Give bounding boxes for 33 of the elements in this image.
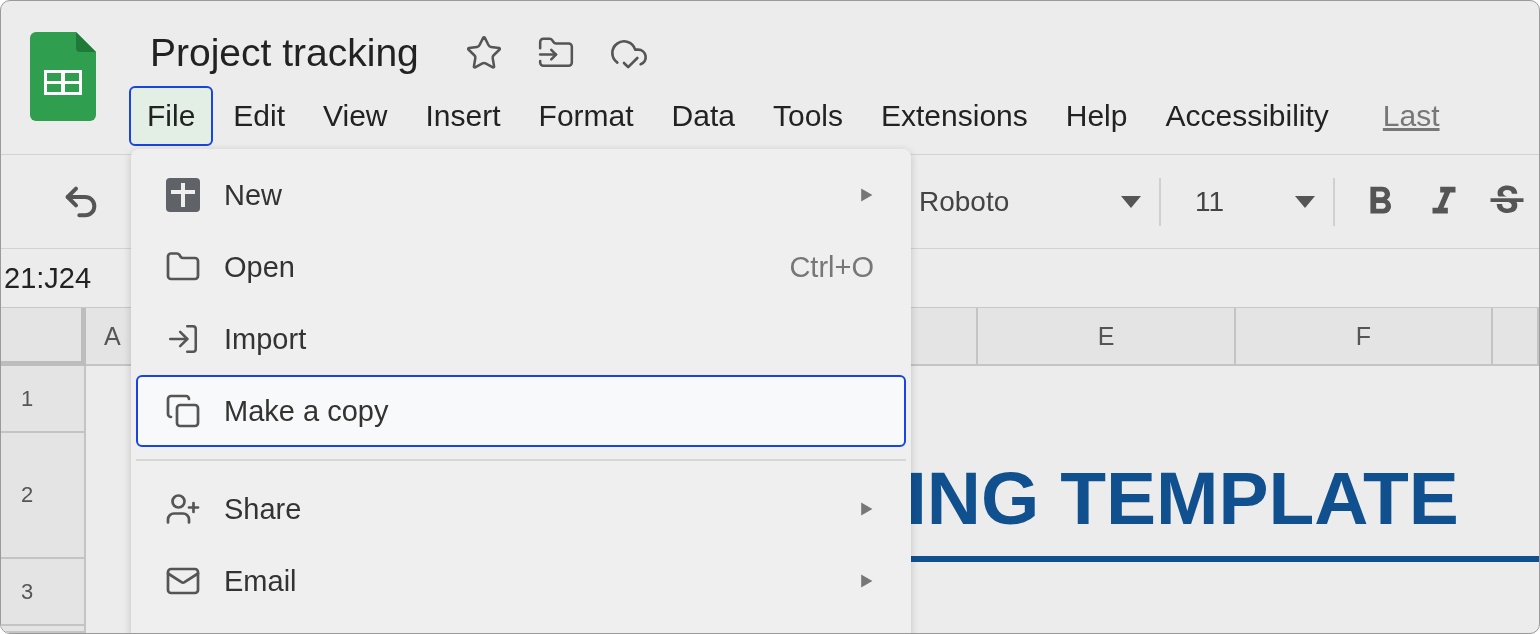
menu-item[interactable]: File — [129, 86, 214, 146]
document-title[interactable]: Project tracking — [150, 31, 419, 75]
add-person-icon — [165, 491, 201, 527]
font-size-select[interactable]: 11 — [1179, 185, 1315, 218]
menu-item[interactable]: Edit — [215, 86, 304, 146]
menu-item[interactable]: View — [305, 86, 406, 146]
menu-item[interactable]: Data — [653, 86, 753, 146]
row-header[interactable]: 1 — [1, 366, 86, 433]
menu-option[interactable]: New — [136, 159, 906, 231]
menu-option[interactable]: Open Ctrl+O — [136, 231, 906, 303]
menu-item[interactable]: Help — [1047, 86, 1146, 146]
last-edit-link[interactable]: Last — [1382, 99, 1440, 133]
menu-option[interactable]: Email — [136, 545, 906, 617]
add-box-icon — [166, 178, 200, 212]
menu-item[interactable]: Insert — [407, 86, 519, 146]
spreadsheet-logo[interactable] — [30, 32, 96, 121]
column-header[interactable]: F — [1236, 308, 1493, 366]
column-header[interactable]: E — [978, 308, 1236, 366]
menu-item[interactable]: Extensions — [863, 86, 1046, 146]
row-header[interactable]: 3 — [1, 559, 86, 626]
row-header[interactable]: 2 — [1, 433, 86, 559]
menu-option[interactable]: Make a copy — [136, 375, 906, 447]
copy-icon — [165, 393, 201, 429]
star-icon[interactable] — [464, 34, 503, 72]
shortcut-text: Ctrl+O — [789, 250, 874, 284]
menu-item[interactable]: Tools — [754, 86, 861, 146]
menu-option[interactable]: Share — [136, 473, 906, 545]
menu-item[interactable]: Accessibility — [1147, 86, 1347, 146]
menu-option[interactable]: Import — [136, 303, 906, 375]
name-box[interactable]: 21:J24 — [4, 261, 92, 295]
menu-item[interactable]: Format — [520, 86, 652, 146]
font-select[interactable]: Roboto — [919, 185, 1141, 218]
sheet-title: ING TEMPLATE — [906, 461, 1460, 536]
